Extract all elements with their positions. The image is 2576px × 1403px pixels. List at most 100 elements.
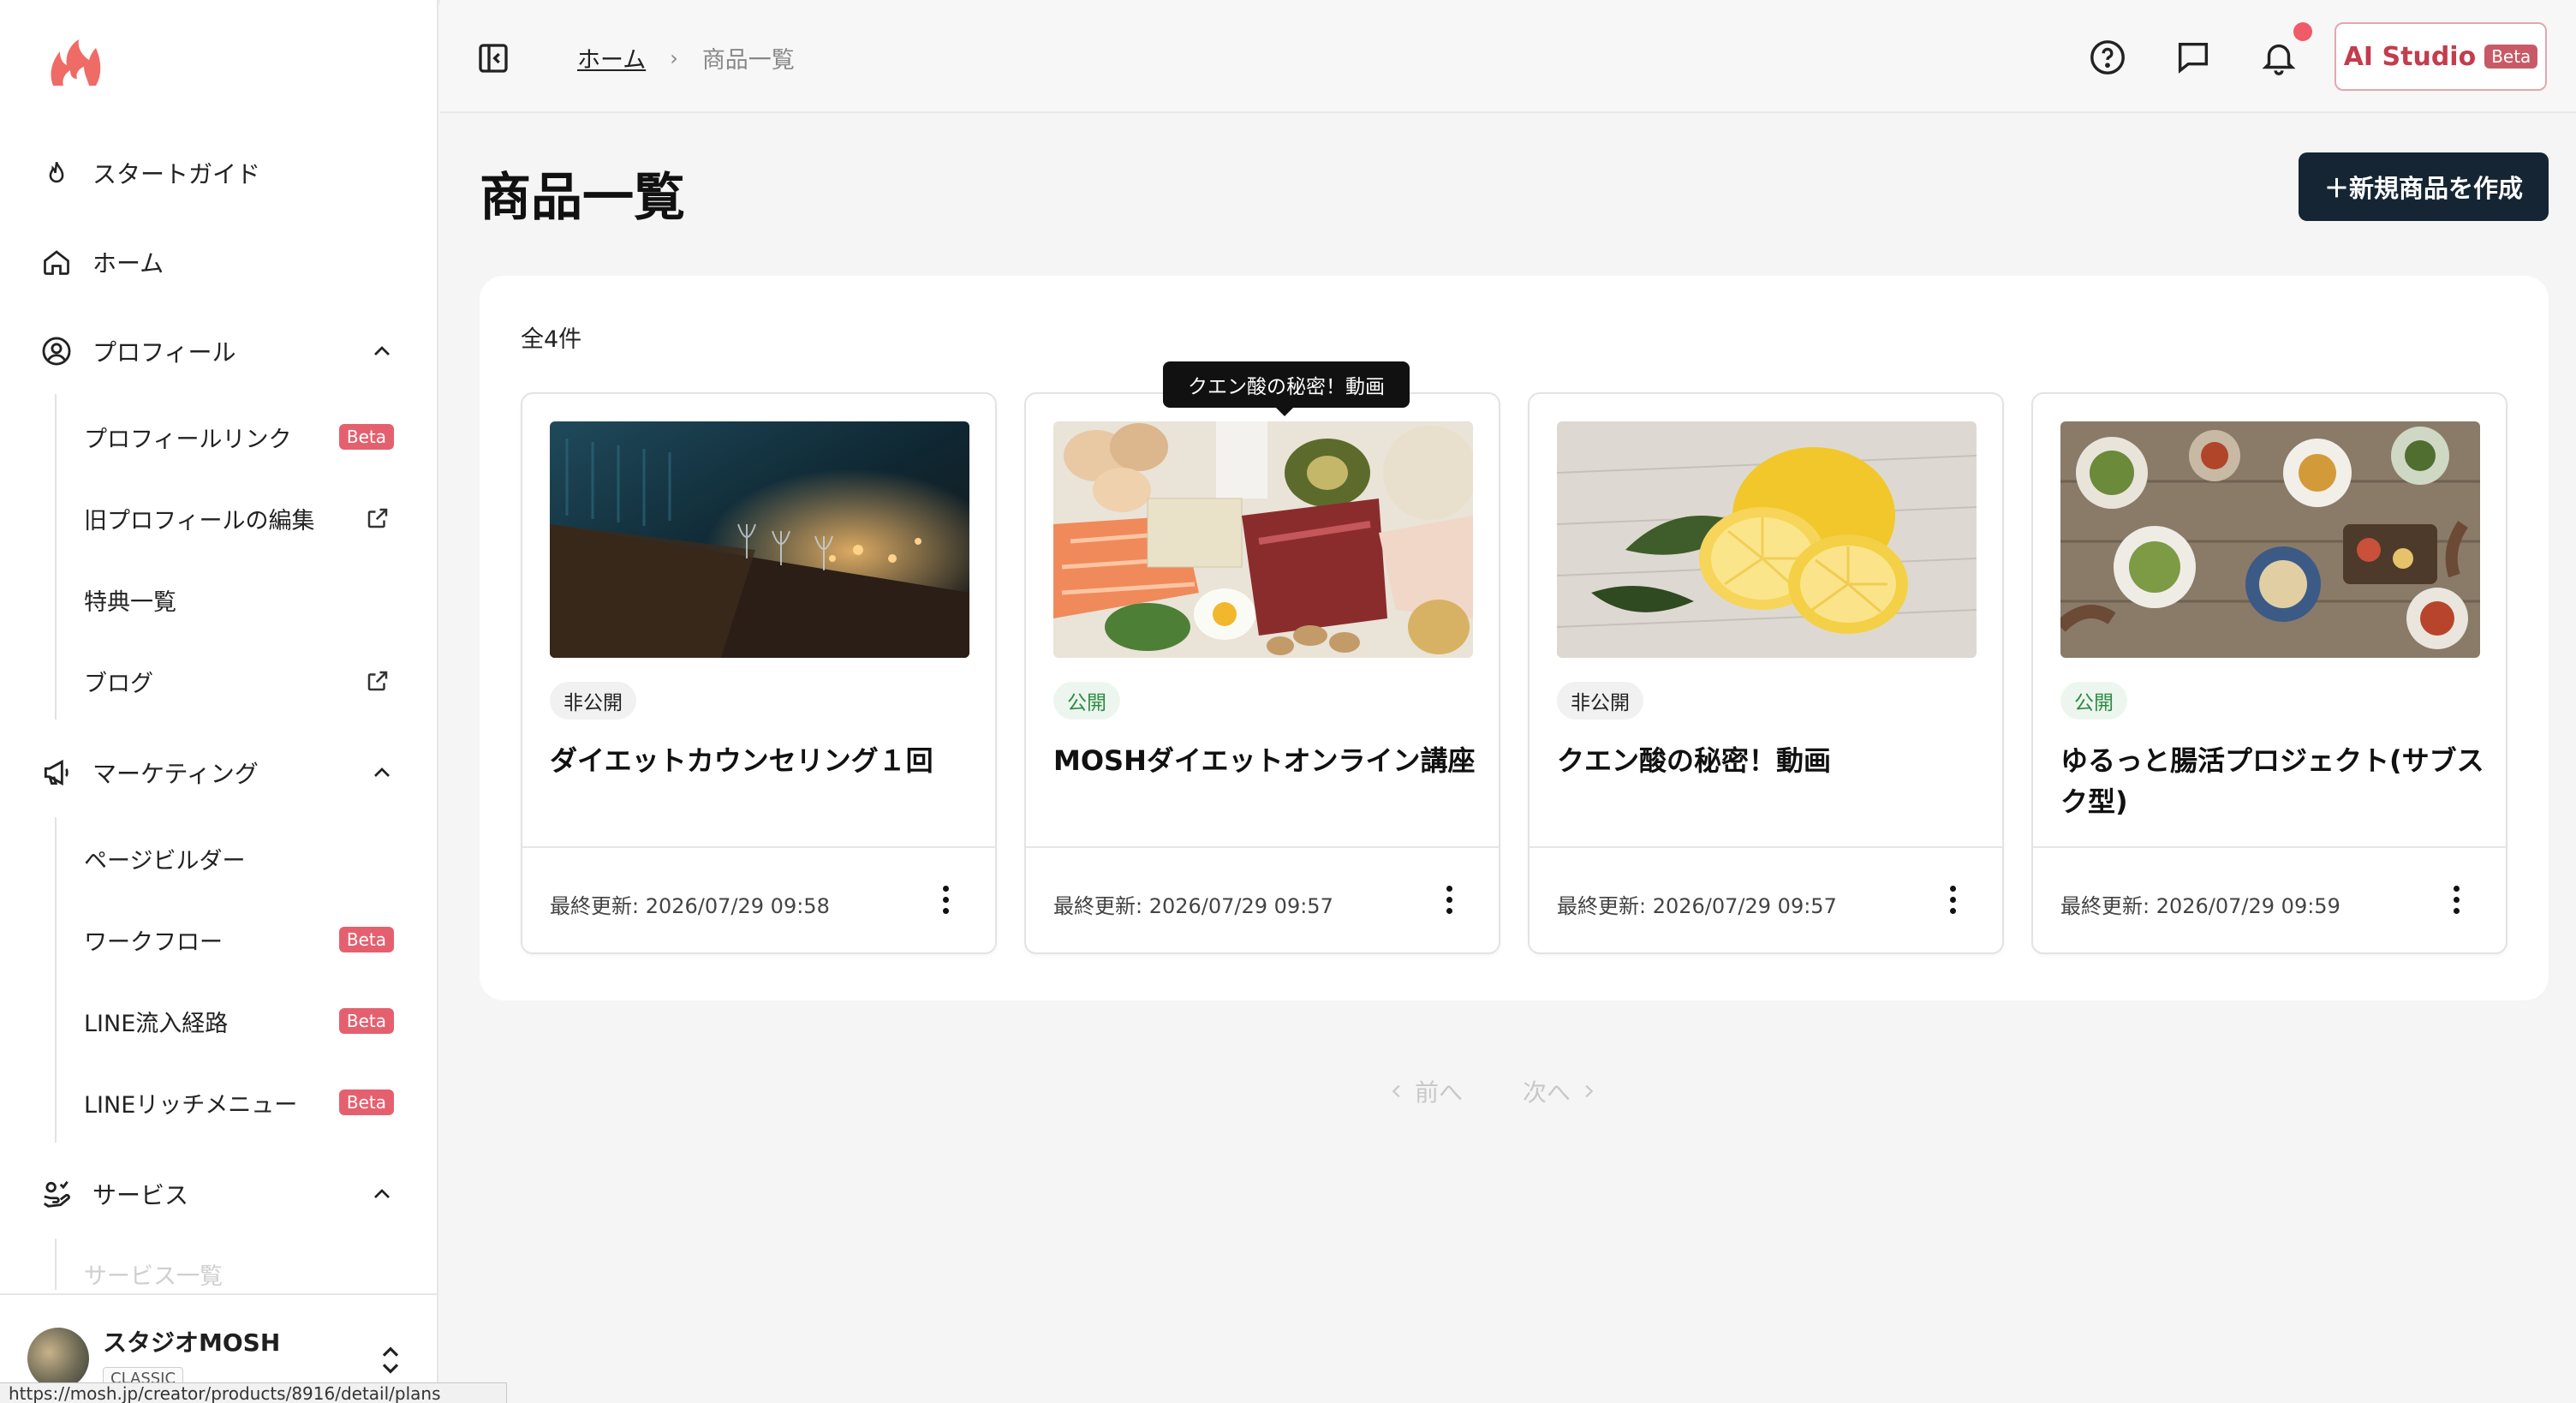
sidebar-item-label: サービス [92, 1181, 189, 1209]
sidebar-item-label: ワークフロー [84, 928, 223, 956]
help-icon[interactable] [2088, 38, 2127, 77]
beta-badge: Beta [338, 424, 394, 450]
product-thumbnail [550, 421, 969, 658]
product-card[interactable]: 公開 ゆるっと腸活プロジェクト(サブスク型) 最終更新: 2026/07/29 … [2031, 392, 2507, 954]
breadcrumb-home-link[interactable]: ホーム [577, 41, 646, 75]
sidebar-item-home[interactable]: ホーム [38, 235, 164, 290]
sidebar-item-label: ブログ [84, 670, 153, 697]
next-page-button[interactable]: 次へ [1523, 1074, 1598, 1108]
sidebar-item-label: プロフィールリンク [84, 426, 292, 453]
sidebar-item-profile-link[interactable]: プロフィールリンク Beta [84, 409, 401, 464]
breadcrumb-separator: › [670, 45, 678, 70]
megaphone-icon [38, 754, 75, 791]
product-card[interactable]: 非公開 ダイエットカウンセリング１回 最終更新: 2026/07/29 09:5… [521, 392, 997, 954]
beta-badge: Beta [338, 1090, 394, 1115]
chevron-up-icon[interactable] [368, 337, 396, 365]
chevron-right-icon [1585, 1084, 1594, 1098]
sidebar-item-label: マーケティング [92, 760, 259, 788]
notification-dot [2293, 22, 2312, 41]
status-badge: 非公開 [550, 682, 636, 719]
home-icon [38, 243, 75, 281]
ai-studio-label: AI Studio [2343, 41, 2477, 72]
more-options-icon[interactable] [1428, 879, 1470, 920]
prev-page-button[interactable]: 前へ [1387, 1074, 1463, 1108]
more-options-icon[interactable] [925, 879, 966, 920]
sidebar: スタートガイド ホーム プロフィール プロフィールリンク Beta 旧プロフィー… [0, 0, 438, 1403]
beta-badge: Beta [2484, 45, 2538, 69]
sidebar-item-label: ページビルダー [84, 847, 246, 875]
product-title[interactable]: ゆるっと腸活プロジェクト(サブスク型) [2060, 740, 2489, 822]
last-updated: 最終更新: 2026/07/29 09:57 [1053, 894, 1333, 918]
status-badge: 公開 [2060, 682, 2127, 719]
card-divider [2033, 846, 2506, 848]
sidebar-item-label: 旧プロフィールの編集 [84, 507, 315, 534]
product-thumbnail [1053, 421, 1473, 658]
sidebar-item-workflow[interactable]: ワークフロー Beta [84, 912, 401, 967]
sidebar-item-label: LINE流入経路 [84, 1010, 229, 1037]
last-updated: 最終更新: 2026/07/29 09:58 [550, 894, 830, 918]
sidebar-item-blog[interactable]: ブログ [84, 654, 401, 708]
flame-icon [38, 154, 75, 192]
top-header: ホーム › 商品一覧 AI Studio Beta [440, 0, 2576, 113]
chevron-left-icon [1392, 1084, 1400, 1098]
product-list-panel: 全4件 非公開 ダイエットカウンセリング１回 最終更新: 2026/07/29 … [480, 276, 2549, 1000]
pagination: 前へ 次へ [1387, 1074, 1598, 1108]
page-title: 商品一覧 [480, 168, 685, 228]
product-title[interactable]: MOSHダイエットオンライン講座 [1053, 740, 1482, 781]
bell-icon[interactable] [2259, 38, 2299, 77]
sidebar-item-label: ホーム [92, 249, 164, 278]
sidebar-item-old-profile-edit[interactable]: 旧プロフィールの編集 [84, 491, 401, 546]
sub-nav-line [55, 394, 57, 719]
status-bar-url: https://mosh.jp/creator/products/8916/de… [0, 1382, 507, 1403]
next-page-label: 次へ [1523, 1078, 1571, 1107]
product-title[interactable]: クエン酸の秘密！動画 [1557, 740, 1985, 781]
create-product-button[interactable]: ＋新規商品を作成 [2299, 152, 2549, 221]
last-updated: 最終更新: 2026/07/29 09:57 [1557, 894, 1837, 918]
mosh-logo-icon[interactable] [45, 34, 106, 96]
chevron-up-down-icon[interactable] [377, 1343, 404, 1377]
title-tooltip: クエン酸の秘密！動画 [1163, 361, 1410, 416]
breadcrumb: ホーム › 商品一覧 [577, 41, 795, 75]
more-options-icon[interactable] [1932, 879, 1973, 920]
prev-page-label: 前へ [1415, 1078, 1464, 1107]
external-link-icon [367, 508, 388, 528]
sub-nav-line [55, 1239, 57, 1290]
beta-badge: Beta [338, 927, 394, 952]
more-options-icon[interactable] [2436, 879, 2477, 920]
sidebar-item-benefits[interactable]: 特典一覧 [84, 572, 401, 627]
account-name: スタジオMOSH [103, 1328, 281, 1357]
product-title[interactable]: ダイエットカウンセリング１回 [550, 740, 978, 781]
status-badge: 非公開 [1557, 682, 1643, 719]
sidebar-item-marketing[interactable]: マーケティング [38, 745, 259, 800]
chat-icon[interactable] [2174, 38, 2213, 77]
card-divider [1530, 846, 2002, 848]
card-divider [522, 846, 995, 848]
beta-badge: Beta [338, 1008, 394, 1034]
avatar [27, 1328, 89, 1389]
sidebar-item-label: プロフィール [92, 338, 236, 367]
sidebar-item-page-builder[interactable]: ページビルダー [84, 831, 401, 886]
sidebar-item-start-guide[interactable]: スタートガイド [38, 146, 260, 200]
chevron-up-icon[interactable] [368, 759, 396, 786]
breadcrumb-current: 商品一覧 [701, 47, 795, 74]
sidebar-item-service[interactable]: サービス [38, 1167, 188, 1221]
sidebar-item-profile[interactable]: プロフィール [38, 324, 236, 379]
sidebar-toggle-icon[interactable] [476, 41, 510, 75]
sidebar-item-label: スタートガイド [92, 160, 261, 188]
sidebar-item-line-rich-menu[interactable]: LINEリッチメニュー Beta [84, 1075, 401, 1130]
sidebar-item-line-inflow[interactable]: LINE流入経路 Beta [84, 994, 401, 1048]
external-link-icon [367, 671, 388, 691]
sidebar-item-label: 特典一覧 [84, 588, 176, 616]
service-icon [38, 1175, 75, 1213]
ai-studio-button[interactable]: AI Studio Beta [2334, 22, 2547, 91]
sidebar-item-service-list[interactable]: サービス一覧 [84, 1252, 401, 1295]
product-count: 全4件 [521, 326, 582, 353]
product-card[interactable]: 公開 MOSHダイエットオンライン講座 最終更新: 2026/07/29 09:… [1024, 392, 1500, 954]
product-thumbnail [1557, 421, 1977, 658]
last-updated: 最終更新: 2026/07/29 09:59 [2060, 894, 2340, 918]
status-badge: 公開 [1053, 682, 1120, 719]
chevron-up-icon[interactable] [368, 1180, 396, 1208]
sidebar-item-label: サービス一覧 [84, 1263, 223, 1290]
product-card[interactable]: 非公開 クエン酸の秘密！動画 最終更新: 2026/07/29 09:57 [1528, 392, 2004, 954]
product-thumbnail [2060, 421, 2480, 658]
